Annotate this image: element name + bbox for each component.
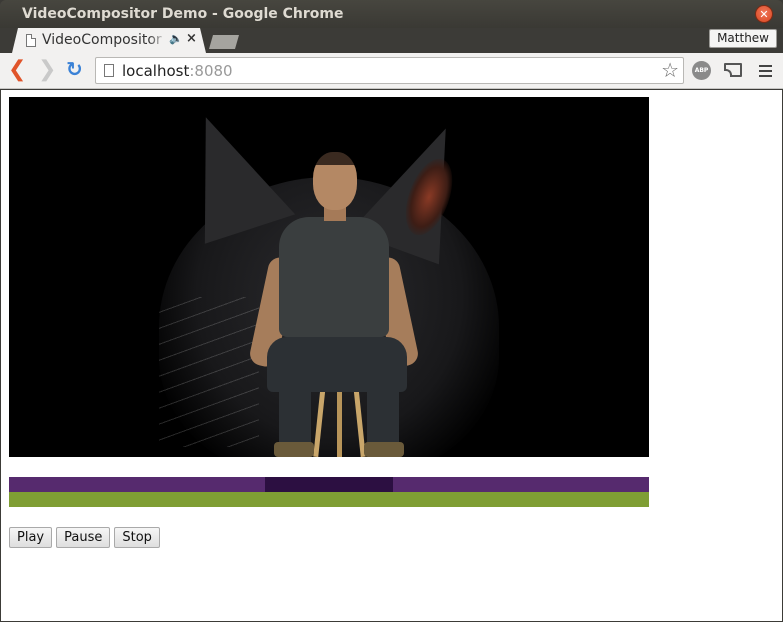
timeline-track[interactable] bbox=[9, 477, 649, 492]
tab-videocompositor[interactable]: VideoCompositor Demo 🔈 × bbox=[12, 28, 206, 53]
timeline-track[interactable] bbox=[9, 492, 649, 507]
tab-title: VideoCompositor Demo bbox=[42, 32, 167, 48]
timeline-segment[interactable] bbox=[393, 477, 649, 492]
playback-controls: Play Pause Stop bbox=[9, 527, 160, 548]
page-content: Play Pause Stop bbox=[1, 90, 782, 621]
timeline[interactable] bbox=[9, 477, 649, 507]
timeline-segment[interactable] bbox=[9, 492, 649, 507]
profile-button[interactable]: Matthew bbox=[709, 29, 777, 48]
reload-icon[interactable]: ↻ bbox=[66, 58, 83, 80]
video-canvas[interactable] bbox=[9, 97, 649, 457]
person-torso bbox=[279, 217, 389, 337]
cast-icon[interactable] bbox=[724, 63, 742, 77]
page-icon bbox=[104, 64, 114, 77]
adblock-icon[interactable]: ABP bbox=[692, 61, 711, 80]
stop-button[interactable]: Stop bbox=[114, 527, 160, 548]
stool-leg bbox=[337, 387, 342, 457]
timeline-segment[interactable] bbox=[9, 477, 265, 492]
menu-icon[interactable] bbox=[759, 65, 772, 77]
tab-strip: VideoCompositor Demo 🔈 × Matthew bbox=[0, 28, 783, 53]
window-title: VideoCompositor Demo - Google Chrome bbox=[22, 6, 344, 22]
stool-leg bbox=[313, 384, 326, 457]
play-button[interactable]: Play bbox=[9, 527, 53, 548]
person-head bbox=[313, 152, 357, 210]
browser-toolbar: ❮ ❯ ↻ localhost:8080 ☆ ABP bbox=[0, 53, 783, 89]
page-icon bbox=[26, 34, 36, 47]
title-bar: VideoCompositor Demo - Google Chrome ✕ bbox=[0, 0, 783, 28]
tab-close-icon[interactable]: × bbox=[186, 31, 197, 46]
new-tab-button[interactable] bbox=[209, 35, 239, 49]
close-icon[interactable]: ✕ bbox=[755, 5, 773, 23]
person-boot bbox=[364, 442, 404, 457]
browser-window: VideoCompositor Demo - Google Chrome ✕ V… bbox=[0, 0, 783, 622]
person-boot bbox=[274, 442, 314, 457]
url-text[interactable]: localhost:8080 bbox=[122, 62, 233, 80]
url-host: localhost bbox=[122, 62, 190, 80]
address-bar[interactable]: localhost:8080 ☆ bbox=[95, 57, 684, 84]
back-icon[interactable]: ❮ bbox=[8, 59, 26, 81]
forward-icon[interactable]: ❯ bbox=[38, 59, 56, 81]
timeline-segment[interactable] bbox=[265, 477, 393, 492]
cat-whiskers bbox=[159, 297, 259, 447]
star-icon[interactable]: ☆ bbox=[661, 59, 679, 81]
pause-button[interactable]: Pause bbox=[56, 527, 111, 548]
url-port: :8080 bbox=[189, 62, 233, 80]
seated-person bbox=[247, 147, 421, 457]
speaker-icon[interactable]: 🔈 bbox=[169, 32, 183, 45]
